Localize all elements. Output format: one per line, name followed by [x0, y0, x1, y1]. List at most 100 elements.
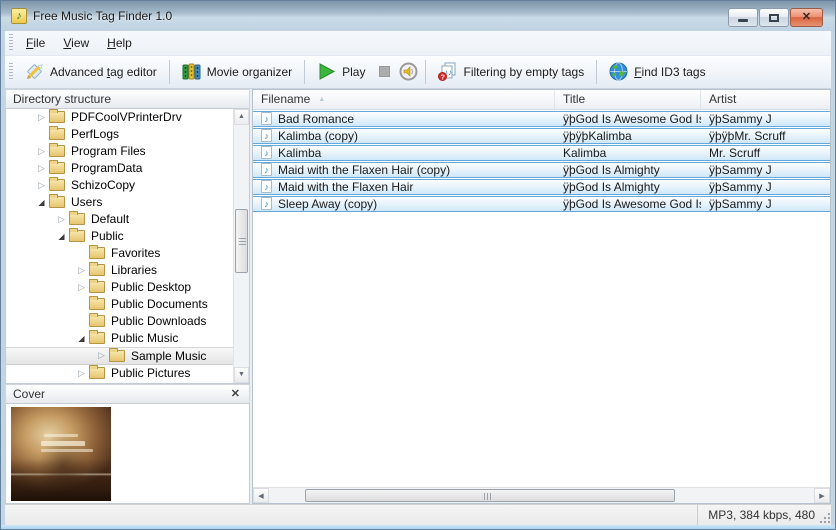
stop-button[interactable] [373, 61, 395, 83]
column-header-filename[interactable]: Filename ▲ [253, 89, 555, 109]
scroll-thumb[interactable] [235, 208, 248, 273]
maximize-icon [769, 13, 779, 22]
chevron-right-icon[interactable]: ▷ [34, 160, 49, 177]
left-panel: Directory structure ▷ PDFCoolVPrinterDrv… [5, 88, 250, 505]
tree-item-schizocopy[interactable]: ▷ SchizoCopy [6, 177, 249, 194]
folder-icon [49, 126, 65, 141]
list-row-kalimba[interactable]: ♪ Kalimba Kalimba Mr. Scruff [253, 144, 830, 161]
button-label: Find ID3 tags [634, 64, 706, 79]
scroll-up-arrow[interactable]: ▲ [234, 108, 249, 125]
menu-view[interactable]: View [54, 32, 98, 54]
chevron-right-icon[interactable]: ▷ [74, 262, 89, 279]
resize-grip[interactable] [819, 512, 830, 524]
music-note-icon: ♪ [261, 163, 272, 177]
chevron-right-icon[interactable]: ▷ [34, 177, 49, 194]
tree-item-public-pictures[interactable]: ▷ Public Pictures [6, 365, 249, 382]
chevron-expanded-icon[interactable]: ◢ [34, 194, 49, 211]
close-cover-icon[interactable]: ✕ [229, 387, 242, 400]
volume-button[interactable] [395, 60, 421, 84]
play-button[interactable]: Play [309, 58, 373, 85]
tree-item-sample-music[interactable]: ▷ Sample Music [6, 346, 249, 365]
list-body: ♪Bad Romance ÿþGod Is Awesome God Is ...… [253, 110, 830, 487]
list-row-maid-flaxen[interactable]: ♪ Maid with the Flaxen Hair ÿþGod Is Almi… [253, 178, 830, 195]
advanced-tag-editor-button[interactable]: Advanced tag editor [17, 58, 165, 85]
find-id3-tags-button[interactable]: Find ID3 tags [601, 58, 713, 85]
album-cover-art [11, 406, 111, 501]
tree-item-public-documents[interactable]: ▷ Public Documents [6, 296, 249, 313]
chevron-expanded-icon[interactable]: ◢ [54, 228, 69, 245]
status-bar: MP3, 384 kbps, 480 [5, 504, 831, 526]
close-icon: ✕ [801, 11, 812, 23]
tree-item-pdfcoolvprinterdrv[interactable]: ▷ PDFCoolVPrinterDrv [6, 109, 249, 126]
cover-panel-title: Cover [13, 386, 46, 401]
tree-item-programdata[interactable]: ▷ ProgramData [6, 160, 249, 177]
tree-vertical-scrollbar[interactable]: ▲ ▼ [233, 108, 249, 383]
tree-item-public-downloads[interactable]: ▷ Public Downloads [6, 313, 249, 330]
folder-icon [49, 177, 65, 192]
minimize-icon [738, 19, 748, 22]
tree-item-libraries[interactable]: ▷ Libraries [6, 262, 249, 279]
folder-icon [89, 262, 105, 277]
tree-item-favorites[interactable]: ▷ Favorites [6, 245, 249, 262]
list-row-sleep-away-copy[interactable]: ♪ Sleep Away (copy) ÿþGod Is Awesome God … [253, 195, 830, 212]
app-window: ♪ Free Music Tag Finder 1.0 ✕ File View … [0, 0, 836, 530]
button-label: Movie organizer [206, 64, 293, 79]
tree-item-public-music[interactable]: ◢ Public Music [6, 330, 249, 347]
list-row-maid-flaxen-copy[interactable]: ♪ Maid with the Flaxen Hair (copy) ÿþGod … [253, 161, 830, 178]
chevron-right-icon[interactable]: ▷ [94, 347, 109, 364]
list-row-bad-romance[interactable]: ♪Bad Romance ÿþGod Is Awesome God Is ...… [253, 110, 830, 127]
toolbar: Advanced tag editor Movie organizer Play [5, 55, 831, 89]
svg-text:?: ? [441, 75, 445, 82]
directory-tree: ▷ PDFCoolVPrinterDrv ▷ PerfLogs ▷ Progra… [5, 108, 250, 384]
minimize-button[interactable] [728, 8, 758, 27]
column-header-title[interactable]: Title [555, 89, 701, 109]
close-button[interactable]: ✕ [790, 8, 823, 27]
music-note-icon: ♪ [261, 146, 272, 160]
chevron-right-icon[interactable]: ▷ [74, 365, 89, 382]
folder-icon [89, 365, 105, 380]
scroll-thumb[interactable] [305, 489, 675, 503]
button-label: Advanced tag editor [50, 64, 157, 79]
app-icon: ♪ [11, 7, 27, 24]
scroll-left-arrow[interactable]: ◀ [253, 488, 269, 504]
status-format-info: MP3, 384 kbps, 480 [708, 508, 815, 523]
movie-organizer-button[interactable]: Movie organizer [174, 58, 300, 85]
tree-item-public-desktop[interactable]: ▷ Public Desktop [6, 279, 249, 296]
column-header-artist[interactable]: Artist [701, 90, 830, 109]
folder-icon [89, 296, 105, 311]
menu-file[interactable]: File [17, 32, 54, 54]
scroll-down-arrow[interactable]: ▼ [234, 366, 249, 383]
window-controls: ✕ [728, 8, 823, 27]
maximize-button[interactable] [759, 8, 789, 27]
toolbar-separator [425, 59, 427, 84]
tree-item-public[interactable]: ◢ Public [6, 228, 249, 245]
toolbar-separator [168, 59, 170, 84]
list-horizontal-scrollbar[interactable]: ◀ ▶ [253, 487, 830, 504]
folder-icon [109, 347, 125, 362]
tree-item-users[interactable]: ◢ Users [6, 194, 249, 211]
list-header: Filename ▲ Title Artist [253, 89, 830, 110]
music-note-icon: ♪ [261, 197, 272, 211]
scroll-right-arrow[interactable]: ▶ [814, 488, 830, 504]
chevron-right-icon[interactable]: ▷ [74, 279, 89, 296]
toolbar-separator [304, 59, 306, 84]
filter-empty-tags-icon: ♪♪ ? [438, 62, 456, 82]
chevron-expanded-icon[interactable]: ◢ [74, 330, 89, 347]
window-bottom-frame [1, 525, 835, 529]
tree-item-default[interactable]: ▷ Default [6, 211, 249, 228]
music-note-icon: ♪ [261, 180, 272, 194]
button-label: Filtering by empty tags [463, 64, 585, 79]
tree-item-program-files[interactable]: ▷ Program Files [6, 143, 249, 160]
menu-help[interactable]: Help [98, 32, 141, 54]
filter-empty-tags-button[interactable]: ♪♪ ? Filtering by empty tags [430, 58, 592, 85]
tree-item-perflogs[interactable]: ▷ PerfLogs [6, 126, 249, 143]
title-bar: ♪ Free Music Tag Finder 1.0 ✕ [1, 1, 835, 31]
music-note-icon: ♪ [261, 129, 272, 143]
chevron-right-icon[interactable]: ▷ [34, 143, 49, 160]
list-row-kalimba-copy[interactable]: ♪ Kalimba (copy) ÿþÿþKalimba ÿþÿþMr. Scru… [253, 127, 830, 144]
chevron-right-icon[interactable]: ▷ [54, 211, 69, 228]
directory-panel-title: Directory structure [13, 91, 112, 106]
folder-icon [89, 245, 105, 260]
chevron-right-icon[interactable]: ▷ [34, 109, 49, 126]
cover-panel-header: Cover ✕ [5, 383, 250, 404]
